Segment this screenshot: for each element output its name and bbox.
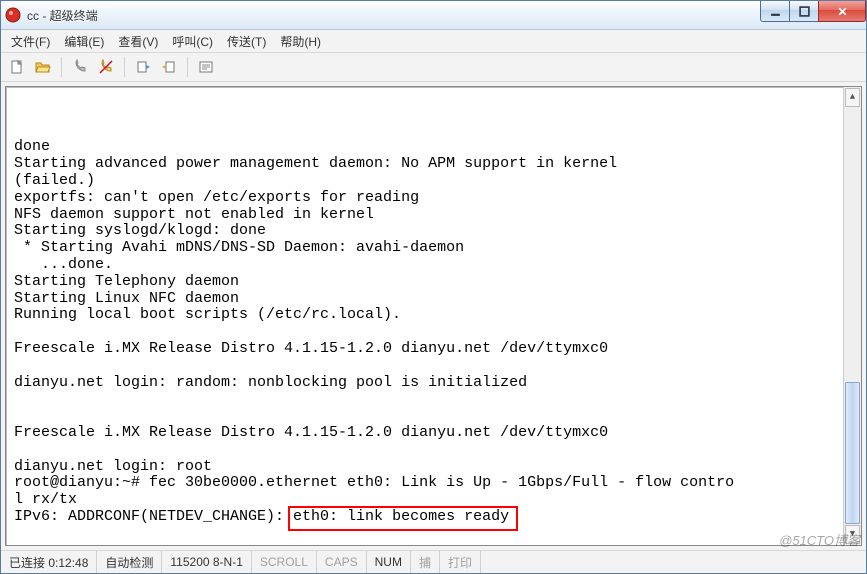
terminal-line: (failed.): [14, 173, 857, 190]
status-connected: 已连接 0:12:48: [1, 551, 97, 573]
scroll-track[interactable]: [844, 108, 861, 524]
terminal-line: ...done.: [14, 257, 857, 274]
terminal-line: [14, 391, 857, 408]
terminal-line: dianyu.net login: random: nonblocking po…: [14, 375, 857, 392]
terminal-line: Starting Linux NFC daemon: [14, 291, 857, 308]
toolbar-separator: [187, 57, 188, 77]
menubar: 文件(F) 编辑(E) 查看(V) 呼叫(C) 传送(T) 帮助(H): [1, 30, 866, 53]
properties-icon[interactable]: [194, 55, 218, 79]
minimize-button[interactable]: [760, 1, 790, 22]
toolbar: [1, 53, 866, 82]
terminal-line: [14, 408, 857, 425]
terminal-line: [14, 358, 857, 375]
terminal-line: Starting syslogd/klogd: done: [14, 223, 857, 240]
statusbar: 已连接 0:12:48 自动检测 115200 8-N-1 SCROLL CAP…: [1, 550, 866, 573]
status-spacer: [481, 551, 866, 573]
phone-connect-icon[interactable]: [68, 55, 92, 79]
menu-help[interactable]: 帮助(H): [274, 31, 327, 52]
status-num: NUM: [367, 551, 411, 573]
status-capture: 捕: [411, 551, 440, 573]
close-button[interactable]: [818, 1, 866, 22]
window-controls: [761, 1, 866, 21]
maximize-button[interactable]: [789, 1, 819, 22]
scroll-down-icon[interactable]: ▼: [845, 525, 860, 544]
terminal-line: Starting advanced power management daemo…: [14, 156, 857, 173]
status-print: 打印: [440, 551, 481, 573]
terminal-line: Running local boot scripts (/etc/rc.loca…: [14, 307, 857, 324]
terminal-line: NFS daemon support not enabled in kernel: [14, 207, 857, 224]
new-file-icon[interactable]: [5, 55, 29, 79]
app-icon: [5, 7, 21, 23]
terminal-line: [14, 324, 857, 341]
menu-file[interactable]: 文件(F): [5, 31, 56, 52]
scroll-thumb[interactable]: [845, 382, 860, 524]
titlebar[interactable]: cc - 超级终端: [1, 1, 866, 30]
status-serial: 115200 8-N-1: [162, 551, 252, 573]
terminal-line: dianyu.net login: root: [14, 459, 857, 476]
terminal-line: l rx/tx: [14, 492, 857, 509]
scrollbar[interactable]: ▲ ▼: [843, 87, 861, 545]
terminal-line: Freescale i.MX Release Distro 4.1.15-1.2…: [14, 425, 857, 442]
menu-call[interactable]: 呼叫(C): [166, 31, 219, 52]
status-auto: 自动检测: [97, 551, 162, 573]
terminal-line: done: [14, 139, 857, 156]
send-file-icon[interactable]: [131, 55, 155, 79]
terminal-line: root@dianyu:~# fec 30be0000.ethernet eth…: [14, 475, 857, 492]
terminal-area: doneStarting advanced power management d…: [1, 82, 866, 550]
terminal-line: * Starting Avahi mDNS/DNS-SD Daemon: ava…: [14, 240, 857, 257]
status-caps: CAPS: [317, 551, 367, 573]
terminal-line: Freescale i.MX Release Distro 4.1.15-1.2…: [14, 341, 857, 358]
phone-disconnect-icon[interactable]: [94, 55, 118, 79]
terminal-line: IPv6: ADDRCONF(NETDEV_CHANGE): eth0: lin…: [14, 509, 857, 526]
terminal-line: [14, 442, 857, 459]
scroll-up-icon[interactable]: ▲: [845, 88, 860, 107]
highlighted-text: eth0: link becomes ready: [293, 508, 509, 525]
menu-view[interactable]: 查看(V): [112, 31, 164, 52]
menu-edit[interactable]: 编辑(E): [58, 31, 110, 52]
hyperterminal-window: cc - 超级终端 文件(F) 编辑(E) 查看(V) 呼叫(C) 传送(T) …: [0, 0, 867, 574]
receive-file-icon[interactable]: [157, 55, 181, 79]
menu-transfer[interactable]: 传送(T): [221, 31, 272, 52]
toolbar-separator: [124, 57, 125, 77]
toolbar-separator: [61, 57, 62, 77]
terminal-line: Starting Telephony daemon: [14, 274, 857, 291]
status-scroll: SCROLL: [252, 551, 317, 573]
window-title: cc - 超级终端: [25, 7, 761, 24]
open-folder-icon[interactable]: [31, 55, 55, 79]
terminal-line: exportfs: can't open /etc/exports for re…: [14, 190, 857, 207]
terminal-output[interactable]: doneStarting advanced power management d…: [5, 86, 862, 546]
